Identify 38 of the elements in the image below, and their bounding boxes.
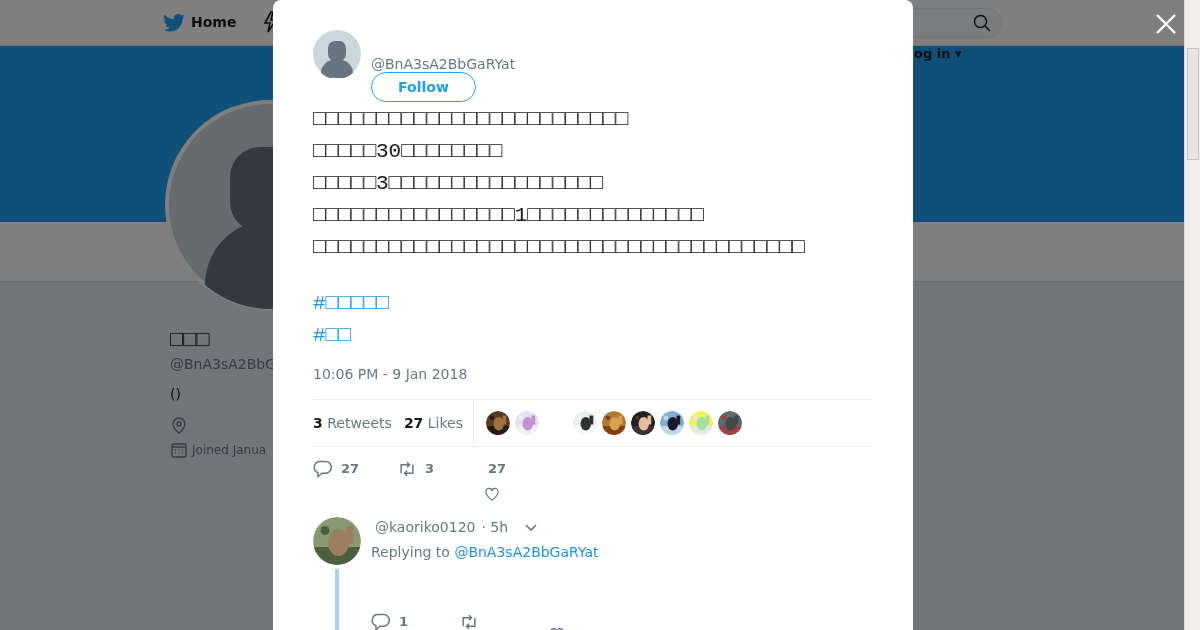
tweet-timestamp: 10:06 PM - 9 Jan 2018 bbox=[313, 365, 469, 384]
scrollbar[interactable] bbox=[1184, 0, 1200, 630]
like-button[interactable]: 27 bbox=[487, 459, 557, 503]
user-handle[interactable]: @BnA3sA2BbGaRYat bbox=[371, 54, 516, 75]
location-icon bbox=[170, 417, 188, 435]
profile-handle: @BnA3sA2BbG bbox=[170, 355, 277, 374]
tweet-text: □□□□□□□□□□□□□□□□□□□□□□□□□ bbox=[313, 107, 630, 133]
tweet-text: □□□□□□□□□□□□□□□□1□□□□□□□□□□□□□□ bbox=[313, 203, 705, 229]
retweet-button[interactable]: 3 bbox=[397, 459, 467, 479]
close-icon[interactable] bbox=[1155, 13, 1177, 35]
retweet-icon bbox=[459, 612, 479, 630]
calendar-icon bbox=[170, 441, 188, 459]
home-tab[interactable]: Home bbox=[163, 12, 237, 33]
avatar-placeholder-icon bbox=[313, 30, 361, 78]
tweet-text: □□□□□30□□□□□□□□ bbox=[313, 139, 504, 165]
stat-link[interactable]: 27 Likes bbox=[403, 412, 463, 434]
reply-icon bbox=[371, 612, 391, 630]
reply-icon bbox=[313, 459, 333, 479]
retweet-icon bbox=[397, 459, 417, 479]
tweet-text: □□□□□3□□□□□□□□□□□□□□□□□ bbox=[313, 171, 604, 197]
mention-link[interactable]: @BnA3sA2BbGaRYat bbox=[454, 544, 599, 560]
chevron-down-icon[interactable] bbox=[524, 522, 539, 533]
bird-icon bbox=[163, 13, 185, 32]
reply-button[interactable]: 1 bbox=[371, 612, 441, 630]
tweet-text: □□□□□□□□□□□□□□□□□□□□□□□□□□□□□□□□□□□□□□□ bbox=[313, 235, 806, 261]
search-icon bbox=[973, 14, 991, 32]
hashtag-link[interactable]: #□□ bbox=[313, 320, 351, 352]
follow-button[interactable]: Follow bbox=[371, 72, 476, 102]
reply-time: · 5h bbox=[481, 518, 509, 537]
reply-button[interactable]: 27 bbox=[313, 459, 383, 479]
profile-name: □□□ bbox=[170, 328, 211, 354]
profile-bio: () bbox=[170, 385, 182, 404]
stat-link[interactable]: 3 Retweets bbox=[313, 412, 392, 434]
hashtag-link[interactable]: #□□□□□ bbox=[313, 288, 389, 320]
replying-to-text: Replying to @BnA3sA2BbGaRYat bbox=[371, 543, 600, 562]
user-handle[interactable]: @kaoriko0120 bbox=[375, 517, 476, 538]
scrollbar-thumb[interactable] bbox=[1187, 48, 1199, 160]
joined-date: Joined Janua bbox=[192, 442, 267, 459]
